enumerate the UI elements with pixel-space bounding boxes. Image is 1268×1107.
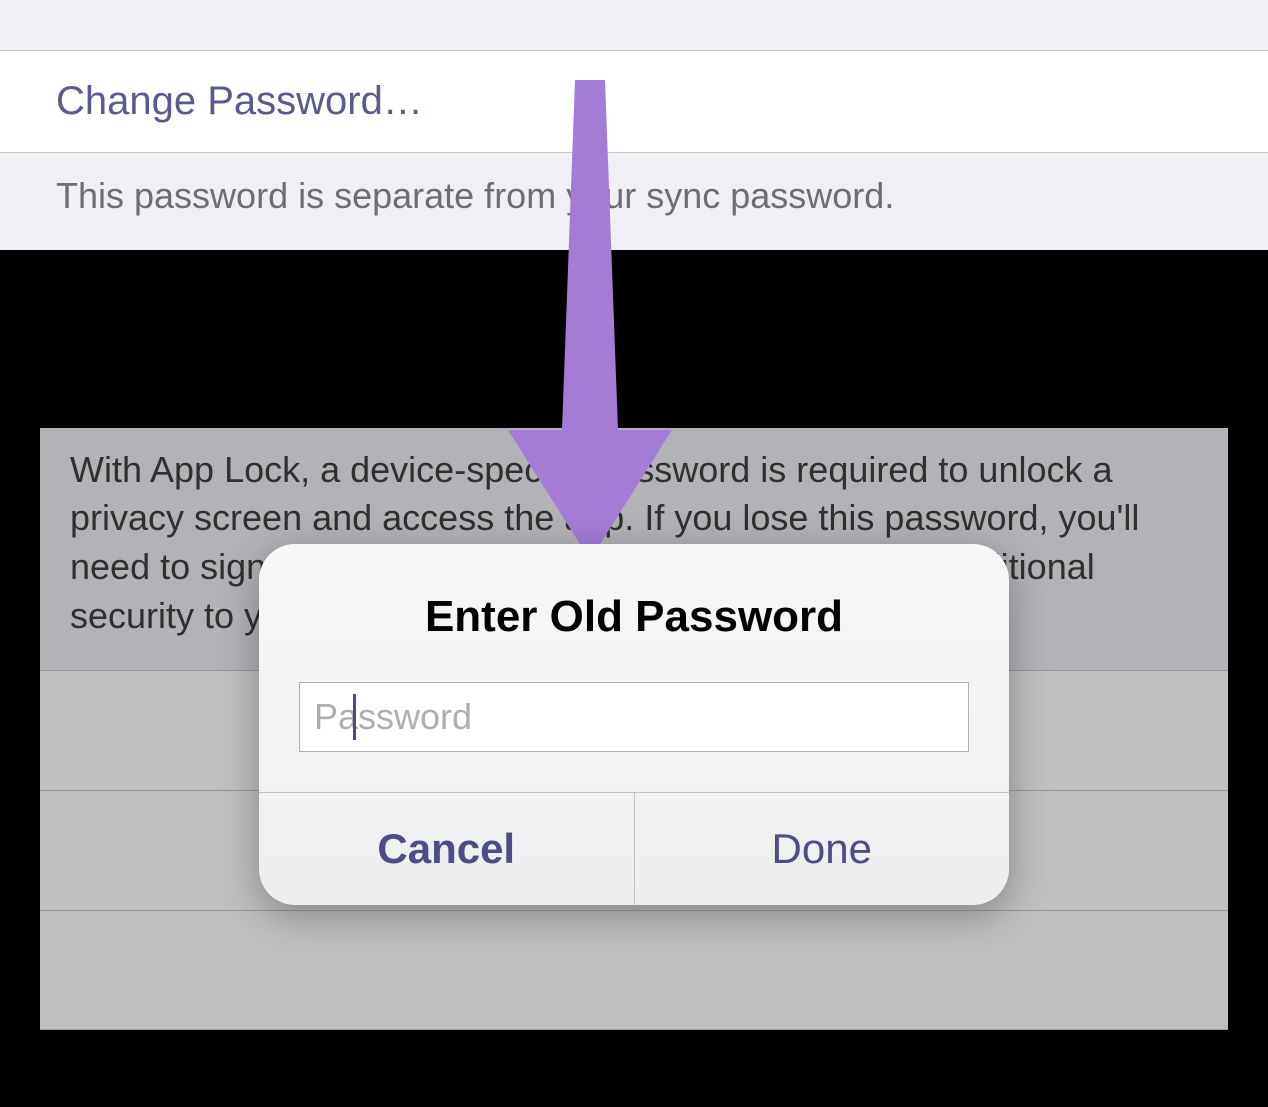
separator-black: [0, 250, 1268, 428]
cancel-button[interactable]: Cancel: [259, 793, 635, 905]
settings-footer-note: This password is separate from your sync…: [0, 153, 1268, 250]
dialog-input-wrap: [259, 682, 1009, 792]
dialog-title: Enter Old Password: [259, 544, 1009, 682]
dialog-buttons: Cancel Done: [259, 792, 1009, 905]
text-caret-icon: [353, 694, 356, 740]
change-password-link: Change Password…: [56, 79, 423, 123]
change-password-row[interactable]: Change Password…: [0, 50, 1268, 153]
settings-top-section: Change Password… This password is separa…: [0, 0, 1268, 250]
enter-old-password-dialog: Enter Old Password Cancel Done: [259, 544, 1009, 905]
done-button[interactable]: Done: [635, 793, 1010, 905]
old-password-input[interactable]: [299, 682, 969, 752]
